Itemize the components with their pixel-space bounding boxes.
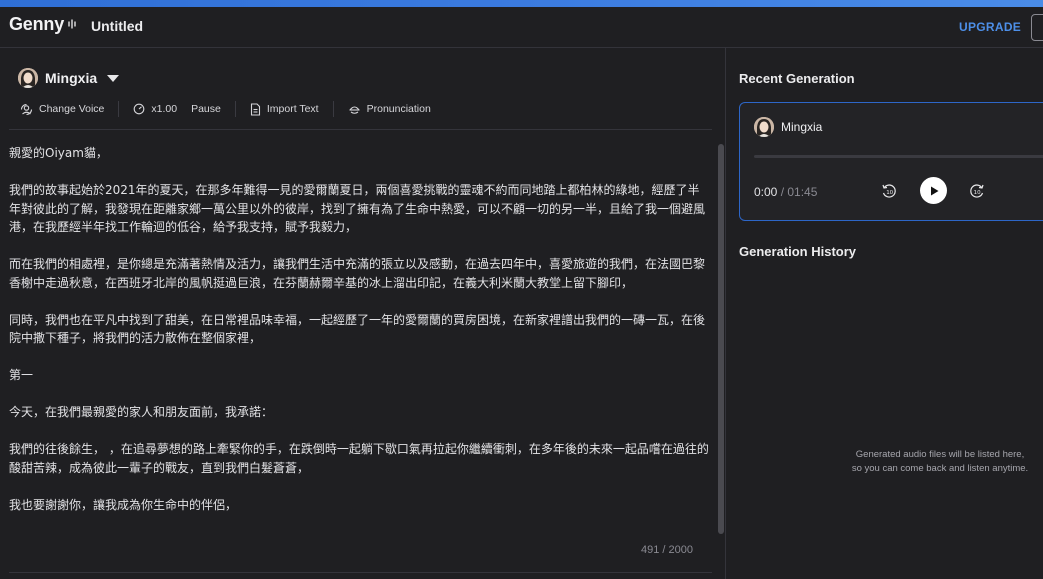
header-action-button[interactable] bbox=[1031, 14, 1043, 41]
audio-player-card: Mingxia 0:00 / 01:45 10 10 bbox=[739, 102, 1043, 221]
playback-time: 0:00 / 01:45 bbox=[754, 185, 817, 199]
pronunciation-label: Pronunciation bbox=[366, 103, 431, 115]
play-icon bbox=[930, 186, 938, 195]
logo[interactable]: Genny bbox=[9, 14, 77, 35]
char-count-max: / 2000 bbox=[659, 544, 693, 556]
speed-icon bbox=[134, 103, 145, 115]
recent-generation-title: Recent Generation bbox=[739, 71, 855, 86]
char-count-value: 491 bbox=[641, 544, 660, 556]
svg-text:10: 10 bbox=[886, 190, 893, 196]
pause-label: Pause bbox=[191, 103, 221, 115]
pause-button[interactable]: Pause bbox=[191, 103, 221, 115]
total-time: / 01:45 bbox=[777, 185, 818, 199]
toolbar-divider bbox=[234, 101, 236, 117]
generation-history-title: Generation History bbox=[739, 244, 857, 259]
document-icon bbox=[250, 102, 260, 116]
character-count: 491 / 2000 bbox=[641, 544, 693, 556]
divider bbox=[9, 572, 712, 573]
pronunciation-button[interactable]: Pronunciation bbox=[348, 103, 431, 115]
import-text-button[interactable]: Import Text bbox=[250, 102, 319, 116]
voice-selector[interactable]: Mingxia bbox=[18, 68, 120, 88]
paragraph: 親愛的Oiyam貓， bbox=[9, 146, 108, 160]
paragraph: 我也要謝謝你，讓我成為你生命中的伴侶， bbox=[9, 497, 238, 512]
toolbar-divider bbox=[332, 101, 334, 117]
empty-message-line: so you can come back and listen anytime. bbox=[851, 463, 1029, 474]
avatar bbox=[18, 68, 38, 88]
empty-history-message: Generated audio files will be listed her… bbox=[830, 448, 1043, 476]
app-header: Genny Untitled UPGRADE bbox=[0, 7, 1043, 48]
paragraph: 而在我們的相處裡，是你總是充滿著熱情及活力，讓我們生活中充滿的張立以及感動，在過… bbox=[9, 257, 706, 290]
rewind-10-button[interactable]: 10 bbox=[880, 182, 898, 200]
logo-text: Genny bbox=[9, 14, 65, 34]
voice-name: Mingxia bbox=[45, 70, 98, 86]
top-accent-strip bbox=[0, 0, 1043, 7]
speed-value: x1.00 bbox=[151, 103, 178, 115]
upgrade-button[interactable]: UPGRADE bbox=[959, 20, 1021, 34]
avatar bbox=[754, 117, 774, 137]
import-text-label: Import Text bbox=[266, 103, 319, 115]
divider bbox=[9, 129, 712, 130]
paragraph: 我們的往後餘生， ，在追尋夢想的路上牽緊你的手，在跌倒時一起躺下歇口氣再拉起你繼… bbox=[9, 442, 709, 475]
player-voice-name: Mingxia bbox=[781, 120, 823, 134]
empty-message-line: Generated audio files will be listed her… bbox=[855, 449, 1025, 460]
toolbar-divider bbox=[118, 101, 120, 117]
playback-progress-bar[interactable] bbox=[754, 155, 1043, 158]
script-textarea[interactable]: 親愛的Oiyam貓， 我們的故事起始於2021年的夏天，在那多年難得一見的愛爾蘭… bbox=[9, 144, 709, 533]
speed-button[interactable]: x1.00 bbox=[133, 103, 177, 115]
chevron-down-icon bbox=[107, 74, 120, 82]
change-voice-label: Change Voice bbox=[39, 103, 105, 115]
text-editor-panel: Mingxia Change Voice x1.00 Pause Import … bbox=[0, 48, 725, 579]
scrollbar[interactable] bbox=[718, 144, 724, 534]
svg-text:10: 10 bbox=[974, 190, 981, 196]
change-voice-icon bbox=[20, 103, 33, 115]
editor-toolbar: Change Voice x1.00 Pause Import Text Pro… bbox=[20, 100, 431, 118]
change-voice-button[interactable]: Change Voice bbox=[20, 103, 104, 116]
scrollbar-thumb[interactable] bbox=[718, 144, 724, 534]
waveform-icon bbox=[67, 16, 77, 34]
paragraph: 今天，在我們最親愛的家人和朋友面前，我承諾： bbox=[9, 405, 274, 419]
current-time: 0:00 bbox=[754, 185, 778, 199]
play-button[interactable] bbox=[920, 177, 947, 204]
paragraph: 同時，我們也在平凡中找到了甜美，在日常裡品味幸福，一起經歷了一年的愛爾蘭的買房困… bbox=[9, 312, 706, 346]
player-voice: Mingxia bbox=[754, 117, 822, 137]
forward-10-button[interactable]: 10 bbox=[968, 182, 986, 200]
pronunciation-icon bbox=[349, 106, 360, 114]
rewind-10-icon: 10 bbox=[882, 184, 896, 198]
document-title[interactable]: Untitled bbox=[91, 18, 143, 34]
paragraph: 第一 bbox=[9, 368, 34, 382]
paragraph: 我們的故事起始於2021年的夏天，在那多年難得一見的愛爾蘭夏日，兩個喜愛挑戰的靈… bbox=[9, 183, 706, 234]
forward-10-icon: 10 bbox=[970, 184, 984, 198]
generation-panel: Recent Generation Mingxia 0:00 / 01:45 1… bbox=[726, 48, 1043, 579]
